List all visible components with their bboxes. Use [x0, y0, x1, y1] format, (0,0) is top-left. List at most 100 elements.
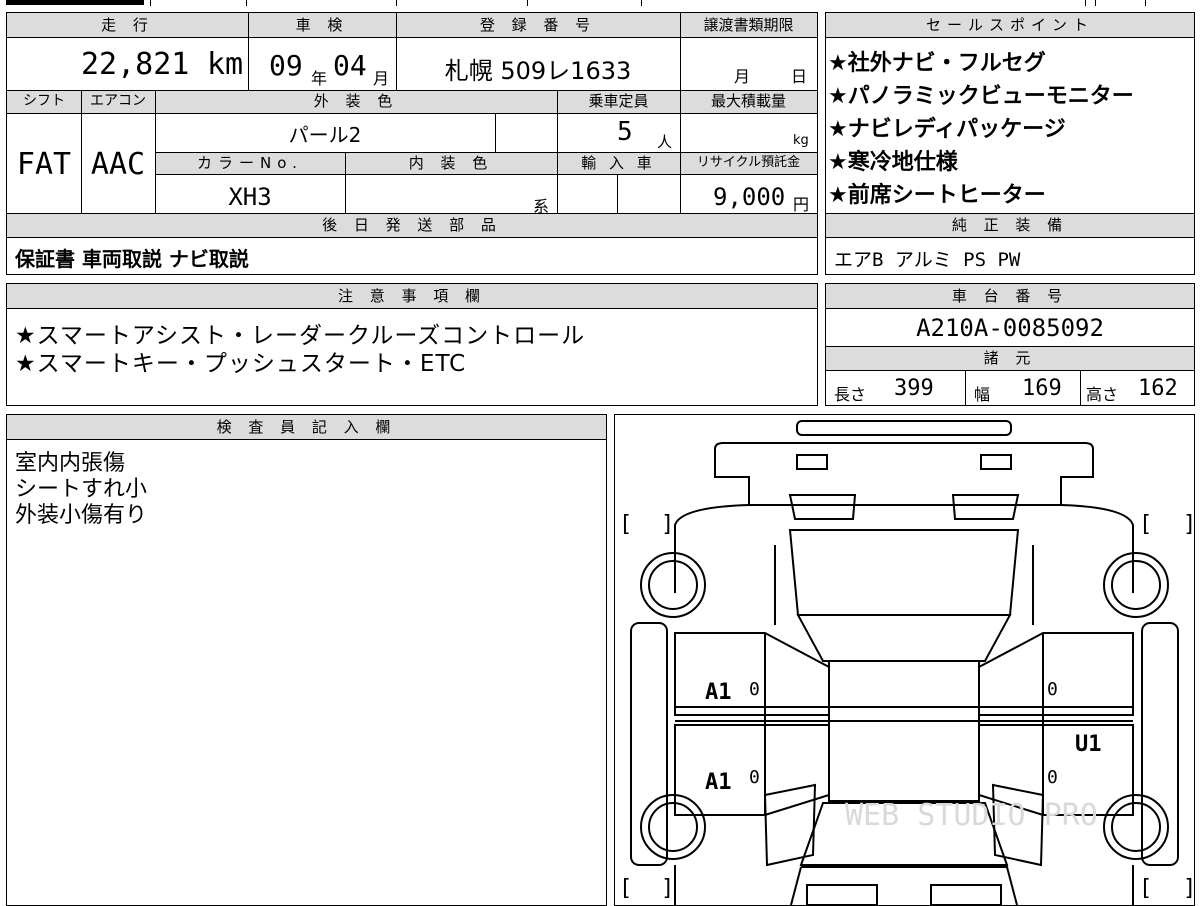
grid-line [81, 90, 82, 213]
zero-mark: 0 [749, 679, 760, 700]
grid-line [345, 152, 346, 213]
grid-line [7, 90, 817, 91]
inspector-header: 検 査 員 記 入 欄 [7, 415, 606, 439]
capacity-label: 乗車定員 [588, 92, 649, 110]
aircon-value: AAC [90, 147, 146, 182]
shift-label: シフト [23, 93, 65, 109]
recycle-label: リサイクル預託金 [696, 155, 801, 170]
bracket-left: [ [1139, 512, 1152, 537]
shift-value: FAT [16, 147, 72, 182]
specs-header: 諸 元 [826, 346, 1194, 370]
notes-line: ★スマートキー・プッシュスタート・ETC [15, 351, 467, 377]
spec-width-label: 幅 [974, 385, 991, 404]
later-parts-value: 保証書 車両取説 ナビ取説 [15, 247, 249, 271]
bracket-right: ] [1183, 512, 1194, 537]
spec-width-value: 169 [1022, 376, 1062, 401]
car-outline-drawing: [ ] [ ] [ ] [ ] A1 A1 U1 0 0 0 0 WEB STU… [619, 420, 1194, 905]
grid-line [495, 113, 496, 152]
load-label: 最大積載量 [710, 92, 786, 110]
exterior-value: パール2 [288, 123, 362, 147]
interior-label: 内 装 色 [408, 154, 494, 172]
bracket-right: ] [1183, 876, 1194, 901]
top-tick [246, 0, 247, 6]
registration-label: 登 録 番 号 [479, 16, 597, 34]
notes-box: 注 意 事 項 欄 ★スマートアシスト・レーダークルーズコントロール ★スマート… [6, 283, 818, 406]
zero-mark: 0 [1047, 767, 1058, 788]
mileage-label: 走 行 [101, 16, 154, 34]
bracket-left: [ [1139, 876, 1152, 901]
grid-line [7, 308, 817, 309]
car-damage-diagram: [ ] [ ] [ ] [ ] A1 A1 U1 0 0 0 0 WEB STU… [614, 414, 1195, 906]
top-tick [1095, 0, 1096, 6]
transfer-day-unit: 日 [791, 67, 808, 86]
sales-point-item: ★パノラミックビューモニター [828, 84, 1134, 109]
mileage-value: 22,821 [81, 47, 190, 82]
grid-line [826, 346, 1194, 347]
grid-line [680, 13, 681, 213]
zero-mark: 0 [749, 767, 760, 788]
sales-point-item: ★前席シートヒーター [828, 183, 1046, 208]
chassis-header: 車 台 番 号 [826, 284, 1194, 308]
inspection-year-unit: 年 [311, 69, 328, 88]
capacity-unit: 人 [657, 133, 673, 151]
grid-line [7, 213, 817, 214]
inspector-line: 外装小傷有り [15, 503, 148, 528]
capacity-value: 5 [617, 117, 633, 147]
inspection-month: 04 [333, 49, 367, 82]
top-tick [1145, 0, 1146, 6]
transfer-month-unit: 月 [734, 67, 751, 86]
bracket-left: [ [619, 876, 632, 901]
grid-line [155, 152, 817, 153]
registration-value: 札幌 509レ1633 [444, 57, 632, 85]
exterior-label: 外 装 色 [313, 92, 399, 110]
grid-line [965, 370, 966, 405]
grid-line [826, 237, 1194, 238]
grid-line [557, 90, 558, 213]
colorno-label: カラーNo. [197, 154, 303, 172]
spec-height-value: 162 [1138, 376, 1178, 401]
damage-mark-left-rear-door: A1 [705, 770, 732, 795]
bracket-left: [ [619, 512, 632, 537]
sales-point-item: ★ナビレディパッケージ [828, 117, 1066, 142]
damage-mark-left-front-door: A1 [705, 680, 732, 705]
grid-line [1080, 370, 1081, 405]
factory-equipment-header: 純 正 装 備 [826, 213, 1194, 237]
grid-line [155, 174, 817, 175]
grid-line [396, 13, 397, 90]
sales-points-header: セールスポイント [826, 13, 1194, 37]
grid-line [826, 308, 1194, 309]
chassis-specs-box: 車 台 番 号 A210A-0085092 諸 元 長さ 399 幅 169 高… [825, 283, 1195, 406]
grid-line [826, 213, 1194, 214]
chassis-value: A210A-0085092 [916, 314, 1104, 342]
vehicle-info-table: 走 行 車 検 登 録 番 号 譲渡書類期限 22,821 km 09 年 04… [6, 12, 818, 275]
inspection-label: 車 検 [295, 16, 349, 34]
grid-line [617, 174, 618, 213]
recycle-unit: 円 [793, 195, 810, 214]
inspection-year: 09 [269, 49, 303, 82]
watermark: WEB STUDIO PRO [845, 798, 1098, 833]
aircon-label: エアコン [90, 93, 146, 109]
inspector-box: 検 査 員 記 入 欄 室内内張傷 シートすれ小 外装小傷有り [6, 414, 607, 906]
top-tick [150, 0, 151, 6]
sales-point-item: ★社外ナビ・フルセグ [828, 51, 1046, 76]
factory-equipment-value: エアB アルミ PS PW [834, 249, 1021, 271]
recycle-value: 9,000 [713, 183, 786, 211]
load-unit: kg [793, 133, 809, 148]
top-tick [1085, 0, 1086, 6]
spec-height-label: 高さ [1086, 385, 1119, 404]
grid-line [826, 370, 1194, 371]
grid-line [155, 90, 156, 213]
grid-line [7, 237, 817, 238]
colorno-value: XH3 [228, 183, 272, 211]
top-tick [527, 0, 528, 6]
sales-points-box: セールスポイント ★社外ナビ・フルセグ ★パノラミックビューモニター ★ナビレデ… [825, 12, 1195, 275]
bracket-right: ] [661, 512, 674, 537]
top-tick [396, 0, 397, 6]
mileage-unit: km [207, 47, 244, 82]
spec-length-label: 長さ [834, 385, 867, 404]
grid-line [7, 113, 817, 114]
damage-mark-right-rear-door: U1 [1075, 732, 1102, 757]
top-strip [0, 0, 1200, 8]
bracket-right: ] [661, 876, 674, 901]
spec-length-value: 399 [894, 376, 934, 401]
